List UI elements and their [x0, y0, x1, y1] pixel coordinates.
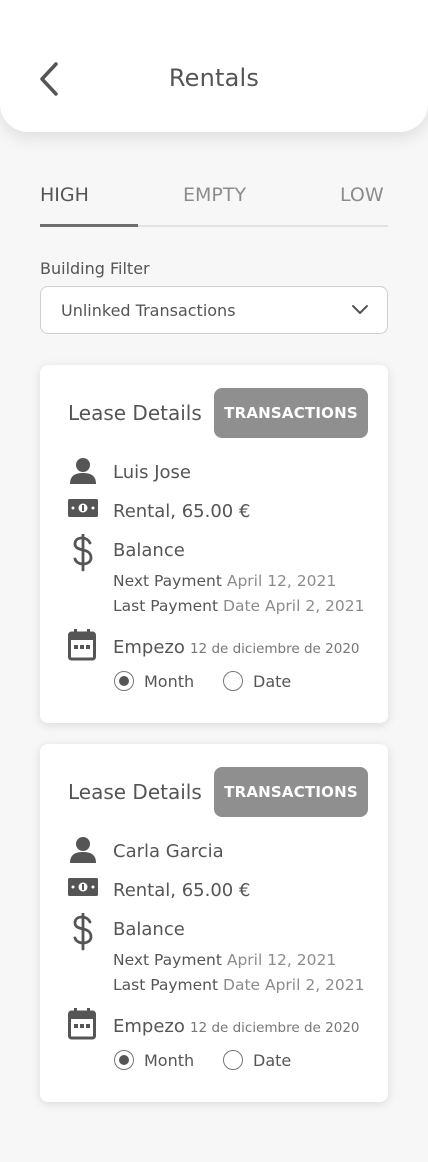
radio-label: Date	[253, 1050, 292, 1070]
next-payment-label: Next Payment	[113, 951, 222, 969]
radio-button[interactable]	[114, 671, 134, 691]
tab-low[interactable]: LOW	[340, 184, 384, 206]
balance-label: Balance	[113, 540, 185, 561]
last-payment-label: Last Payment	[113, 976, 219, 994]
radio-label: Month	[144, 1050, 195, 1070]
radio-month[interactable]: Month	[114, 1050, 194, 1070]
start-date: 12 de diciembre de 2020	[189, 641, 360, 657]
radio-button[interactable]	[223, 1050, 243, 1070]
start-date: 12 de diciembre de 2020	[189, 1020, 360, 1036]
transactions-button[interactable]: TRANSACTIONS	[214, 388, 368, 438]
cash-icon	[68, 878, 98, 896]
last-payment: Last Payment Date April 2, 2021	[113, 976, 365, 994]
calendar-icon	[68, 629, 96, 661]
radio-button[interactable]	[114, 1050, 134, 1070]
chevron-down-icon	[352, 305, 368, 314]
radio-button[interactable]	[223, 671, 243, 691]
tab-empty[interactable]: EMPTY	[183, 184, 246, 206]
card-title: Lease Details	[68, 780, 202, 804]
cash-icon	[68, 499, 98, 517]
person-icon	[70, 458, 96, 484]
building-filter-value: Unlinked Transactions	[61, 301, 236, 320]
radio-label: Date	[253, 671, 292, 691]
last-payment-value: Date April 2, 2021	[223, 597, 365, 615]
radio-date[interactable]: Date	[223, 1050, 291, 1070]
start-label: Empezo	[113, 637, 185, 658]
rental-amount: Rental, 65.00 €	[113, 880, 251, 901]
lease-card: Lease Details TRANSACTIONS Luis Jose Ren…	[40, 365, 388, 723]
last-payment-value: Date April 2, 2021	[223, 976, 365, 994]
next-payment-value: April 12, 2021	[226, 572, 337, 590]
rental-amount: Rental, 65.00 €	[113, 501, 251, 522]
radio-month[interactable]: Month	[114, 671, 194, 691]
person-icon	[70, 837, 96, 863]
lease-card: Lease Details TRANSACTIONS Carla Garcia …	[40, 744, 388, 1102]
tab-bar: HIGH EMPTY LOW	[40, 184, 388, 228]
app-header: Rentals	[0, 0, 428, 132]
next-payment: Next Payment April 12, 2021	[113, 951, 336, 969]
dollar-icon	[73, 534, 93, 572]
calendar-icon	[68, 1008, 96, 1040]
start-label: Empezo	[113, 1016, 185, 1037]
last-payment-label: Last Payment	[113, 597, 219, 615]
radio-label: Month	[144, 671, 195, 691]
building-filter-label: Building Filter	[40, 259, 150, 278]
next-payment-label: Next Payment	[113, 572, 222, 590]
tab-active-indicator	[40, 224, 138, 227]
tab-high[interactable]: HIGH	[40, 184, 89, 206]
page-title: Rentals	[168, 64, 260, 92]
card-title: Lease Details	[68, 401, 202, 425]
radio-date[interactable]: Date	[223, 671, 291, 691]
tenant-name: Carla Garcia	[113, 841, 224, 862]
start-date-row: Empezo 12 de diciembre de 2020	[113, 1016, 360, 1037]
tenant-name: Luis Jose	[113, 462, 191, 483]
balance-label: Balance	[113, 919, 185, 940]
building-filter-select[interactable]: Unlinked Transactions	[40, 286, 388, 334]
dollar-icon	[73, 913, 93, 951]
next-payment: Next Payment April 12, 2021	[113, 572, 336, 590]
next-payment-value: April 12, 2021	[226, 951, 337, 969]
start-date-row: Empezo 12 de diciembre de 2020	[113, 637, 360, 658]
last-payment: Last Payment Date April 2, 2021	[113, 597, 365, 615]
transactions-button[interactable]: TRANSACTIONS	[214, 767, 368, 817]
